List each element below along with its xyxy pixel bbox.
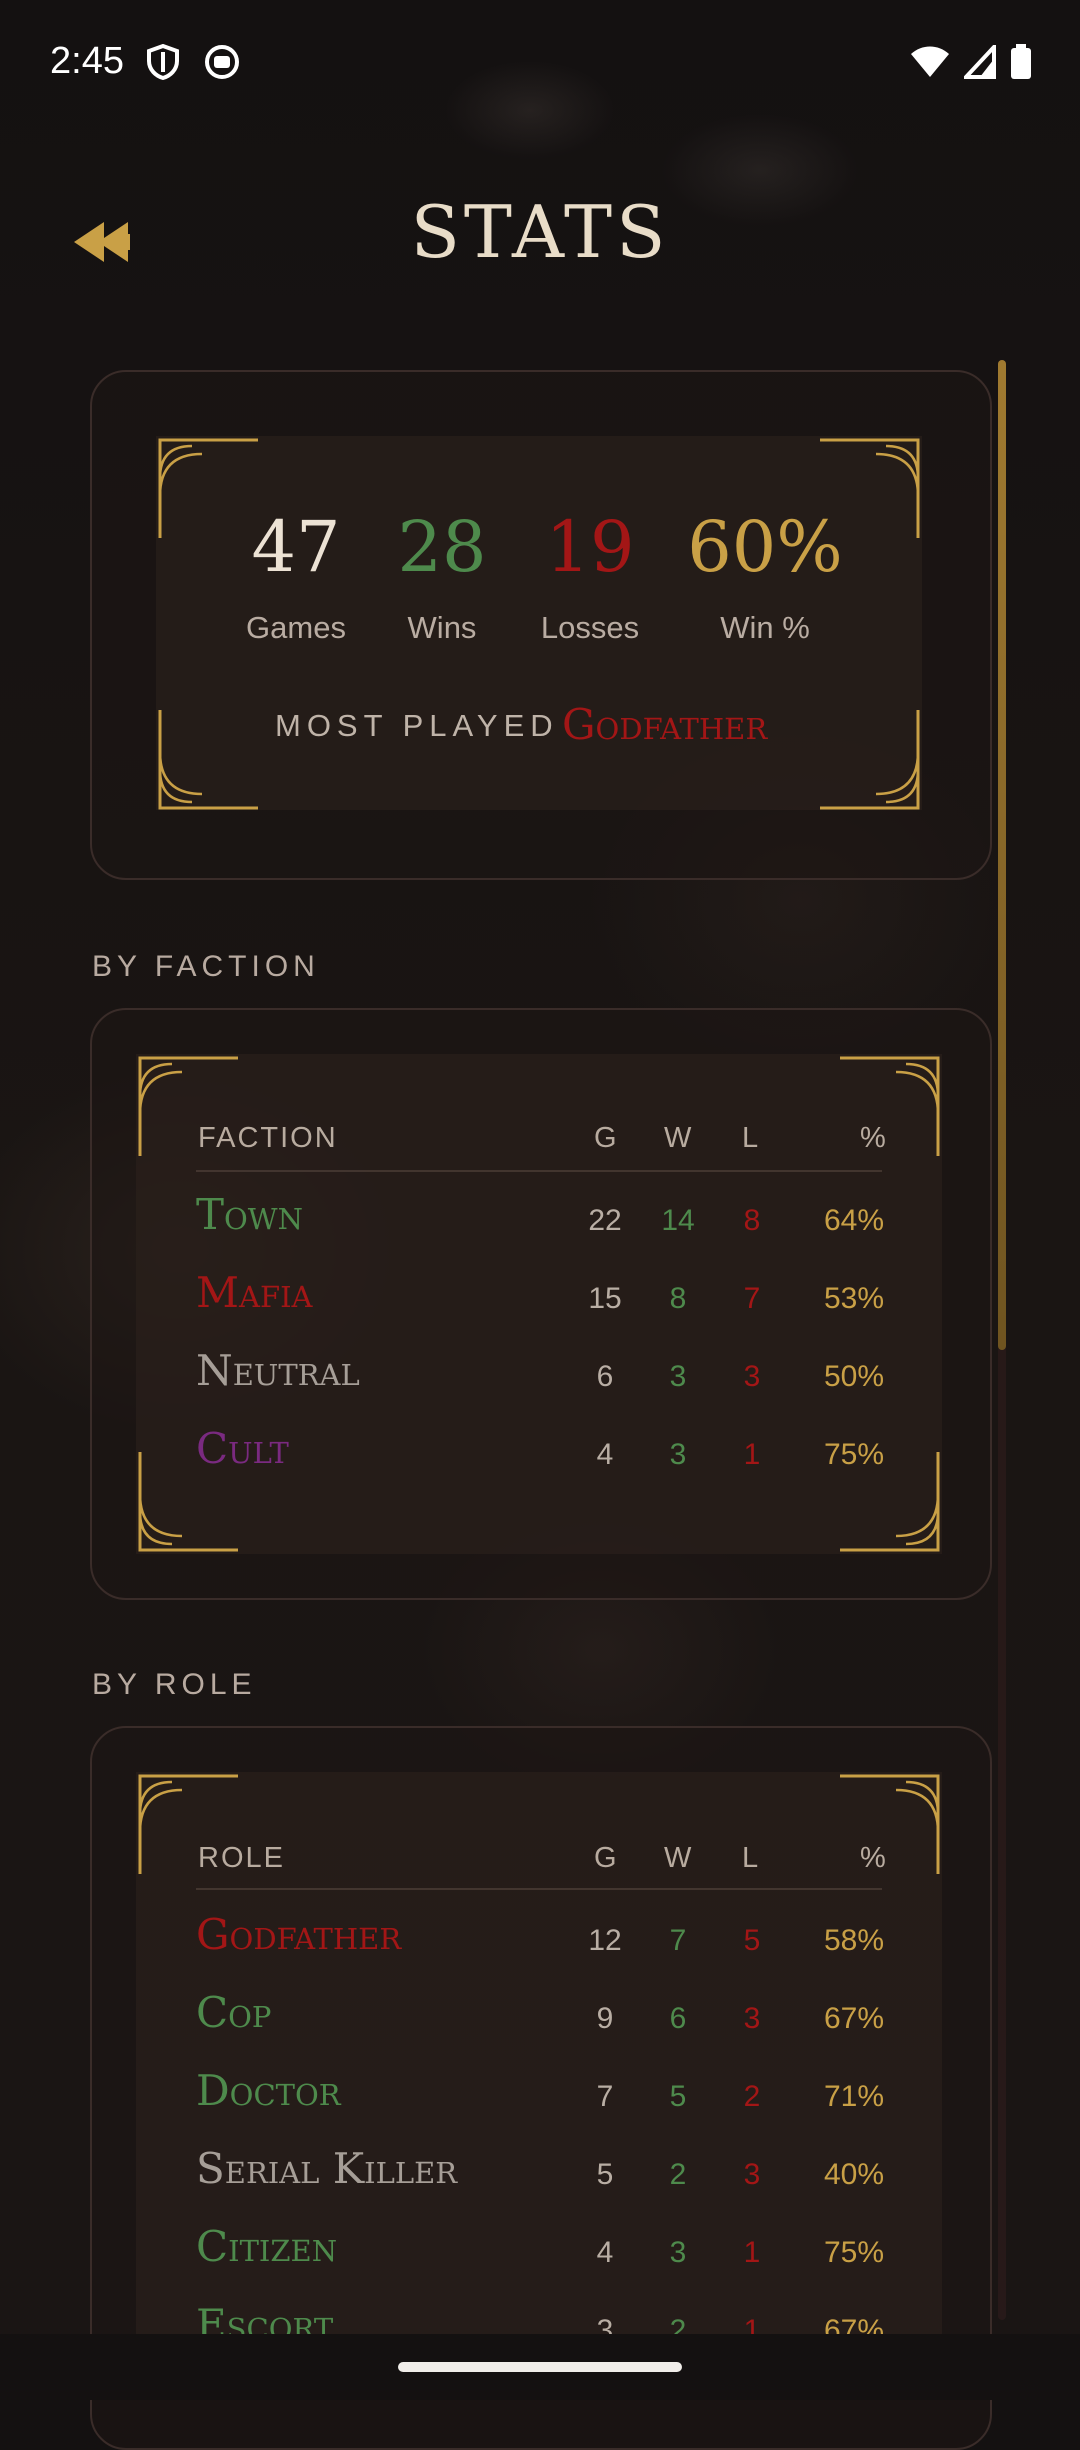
faction-row-w: 3 <box>669 1360 687 1393</box>
faction-row-l: 3 <box>743 1360 761 1393</box>
role-row-l: 2 <box>743 2080 761 2113</box>
role-row-w: 2 <box>669 2314 687 2334</box>
stat-wins-label: Wins <box>407 610 477 645</box>
stat-games: 47 Games <box>226 512 366 646</box>
faction-row-w: 3 <box>669 1438 687 1471</box>
section-title-by-role: BY ROLE <box>92 1668 257 1701</box>
role-row-pct: 71% <box>823 2080 885 2113</box>
faction-row-g: 4 <box>596 1438 614 1471</box>
role-row-w: 6 <box>669 2002 687 2035</box>
stat-games-label: Games <box>246 610 346 645</box>
role-row-g: 12 <box>588 1924 622 1957</box>
stat-win-pct: 60% Win % <box>675 512 855 646</box>
role-row-name: Serial Killer <box>196 2144 458 2193</box>
corner-ornament-icon <box>840 1056 940 1156</box>
section-title-by-faction: BY FACTION <box>92 950 320 983</box>
role-row-g: 7 <box>596 2080 614 2113</box>
status-time: 2:45 <box>50 40 124 82</box>
role-row-name: Citizen <box>196 2222 338 2271</box>
faction-row-l: 7 <box>743 1282 761 1315</box>
faction-row-g: 6 <box>596 1360 614 1393</box>
corner-ornament-icon <box>820 710 920 810</box>
faction-row-name: Town <box>196 1190 303 1239</box>
faction-row-g: 22 <box>588 1204 622 1237</box>
stat-wins: 28 Wins <box>372 512 512 646</box>
role-header-w: W <box>664 1842 694 1874</box>
faction-header-l: L <box>742 1122 761 1154</box>
faction-row-g: 15 <box>588 1282 622 1315</box>
stat-win-pct-label: Win % <box>720 610 810 645</box>
role-row-g: 5 <box>596 2158 614 2191</box>
role-row-l: 5 <box>743 1924 761 1957</box>
faction-row-pct: 53% <box>823 1282 885 1315</box>
role-row-name: Godfather <box>196 1910 402 1959</box>
faction-row-name: Mafia <box>196 1268 313 1317</box>
role-row-pct: 67% <box>823 2002 885 2035</box>
role-row-w: 7 <box>669 1924 687 1957</box>
role-row-pct: 75% <box>823 2236 885 2269</box>
role-row-name: Doctor <box>196 2066 341 2115</box>
app-notification-icon <box>205 45 239 79</box>
role-row-pct: 40% <box>823 2158 885 2191</box>
home-indicator[interactable] <box>398 2362 682 2372</box>
role-list-clip: Escort 3 2 1 67% <box>0 2296 1080 2334</box>
faction-header-g: G <box>594 1122 619 1154</box>
role-header-g: G <box>594 1842 619 1874</box>
role-header-l: L <box>742 1842 761 1874</box>
stat-losses-value: 19 <box>545 506 635 588</box>
most-played-value: Godfather <box>562 700 768 749</box>
role-header-divider <box>196 1888 882 1890</box>
role-row-name: Cop <box>196 1988 272 2037</box>
stat-games-value: 47 <box>251 506 341 588</box>
role-row-pct: 67% <box>823 2314 885 2334</box>
faction-row-l: 8 <box>743 1204 761 1237</box>
role-row-l: 3 <box>743 2158 761 2191</box>
shield-icon <box>147 44 179 80</box>
faction-row-pct: 64% <box>823 1204 885 1237</box>
faction-header-pct: % <box>860 1122 888 1154</box>
role-row-w: 3 <box>669 2236 687 2269</box>
role-row-g: 4 <box>596 2236 614 2269</box>
signal-icon <box>964 45 996 79</box>
role-row-w: 5 <box>669 2080 687 2113</box>
most-played-label: MOST PLAYED <box>275 708 559 743</box>
faction-row-pct: 75% <box>823 1438 885 1471</box>
faction-row-name: Cult <box>196 1424 289 1473</box>
faction-row-l: 1 <box>743 1438 761 1471</box>
scrollbar-thumb[interactable] <box>998 360 1006 1350</box>
faction-header-divider <box>196 1170 882 1172</box>
role-row-l: 1 <box>743 2236 761 2269</box>
role-row-name: Escort <box>196 2300 334 2334</box>
role-row-pct: 58% <box>823 1924 885 1957</box>
faction-row-w: 14 <box>661 1204 695 1237</box>
faction-header-w: W <box>664 1122 694 1154</box>
role-header-name: ROLE <box>198 1842 285 1874</box>
faction-header-name: FACTION <box>198 1122 338 1154</box>
stat-win-pct-value: 60% <box>687 506 843 588</box>
faction-row-pct: 50% <box>823 1360 885 1393</box>
faction-row-w: 8 <box>669 1282 687 1315</box>
stat-losses: 19 Losses <box>520 512 660 646</box>
page-title: STATS <box>410 190 670 274</box>
role-row-l: 1 <box>743 2314 761 2334</box>
status-bar: 2:45 <box>0 0 1080 130</box>
faction-row-name: Neutral <box>196 1346 360 1395</box>
stat-wins-value: 28 <box>397 506 487 588</box>
stat-losses-label: Losses <box>540 610 640 645</box>
role-row-g: 9 <box>596 2002 614 2035</box>
corner-ornament-icon <box>840 1774 940 1874</box>
battery-icon <box>1011 44 1031 79</box>
role-header-pct: % <box>860 1842 888 1874</box>
wifi-icon <box>911 46 949 77</box>
role-row-w: 2 <box>669 2158 687 2191</box>
corner-ornament-icon <box>158 710 258 810</box>
role-row-l: 3 <box>743 2002 761 2035</box>
role-row-g: 3 <box>596 2314 614 2334</box>
